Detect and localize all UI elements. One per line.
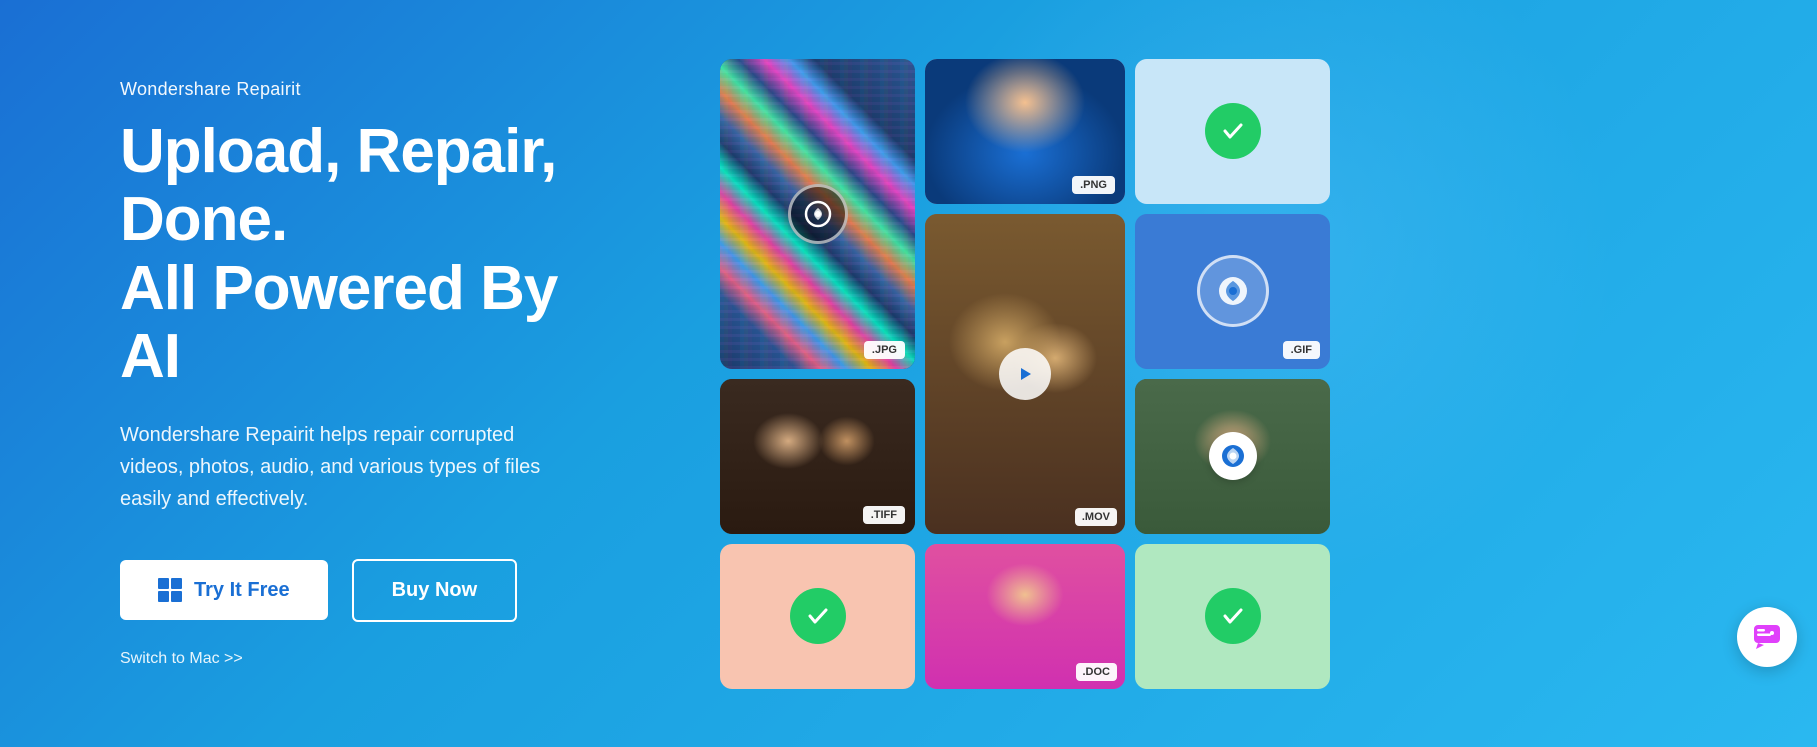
check-circle-pink — [790, 588, 846, 644]
doc-badge: .DOC — [1076, 663, 1118, 681]
repairit-gif-card: .GIF — [1135, 214, 1330, 369]
repair-icon — [788, 184, 848, 244]
check-circle-top — [1205, 103, 1261, 159]
mov-badge: .MOV — [1075, 508, 1117, 526]
headline-line1: Upload, Repair, Done. — [120, 117, 556, 254]
check-circle-green — [1205, 588, 1261, 644]
hero-headline: Upload, Repair, Done. All Powered By AI — [120, 118, 620, 391]
headline-line2: All Powered By AI — [120, 254, 557, 391]
png-badge: .PNG — [1072, 176, 1115, 194]
png-photo-card: .PNG — [925, 59, 1125, 204]
switch-to-mac-link[interactable]: Switch to Mac >> — [120, 650, 243, 667]
check-card-green — [1135, 544, 1330, 689]
tiff-badge: .TIFF — [863, 506, 905, 524]
check-card-top — [1135, 59, 1330, 204]
corrupted-video-card: .JPG — [720, 59, 915, 369]
chat-widget[interactable] — [1737, 607, 1797, 667]
media-grid: .JPG .PNG .MOV — [680, 19, 1817, 729]
play-button[interactable] — [999, 348, 1051, 400]
buy-now-label: Buy Now — [392, 579, 478, 601]
tiff-photo-card: .TIFF — [720, 379, 915, 534]
hero-description: Wondershare Repairit helps repair corrup… — [120, 419, 620, 515]
repairit-circle — [1197, 255, 1269, 327]
hero-left-content: Wondershare Repairit Upload, Repair, Don… — [0, 79, 680, 668]
windows-icon — [158, 578, 182, 602]
guy-repairit-card — [1135, 379, 1330, 534]
couple-video-card: .MOV — [925, 214, 1125, 534]
check-card-pink — [720, 544, 915, 689]
gif-badge: .GIF — [1283, 341, 1320, 359]
brand-name: Wondershare Repairit — [120, 79, 620, 100]
small-repairit-logo — [1209, 432, 1257, 480]
try-free-button[interactable]: Try It Free — [120, 560, 328, 620]
cta-buttons: Try It Free Buy Now — [120, 559, 620, 622]
jpg-badge: .JPG — [864, 341, 905, 359]
woman-doc-card: .DOC — [925, 544, 1125, 689]
hero-section: Wondershare Repairit Upload, Repair, Don… — [0, 0, 1817, 747]
buy-now-button[interactable]: Buy Now — [352, 559, 518, 622]
try-free-label: Try It Free — [194, 579, 290, 602]
